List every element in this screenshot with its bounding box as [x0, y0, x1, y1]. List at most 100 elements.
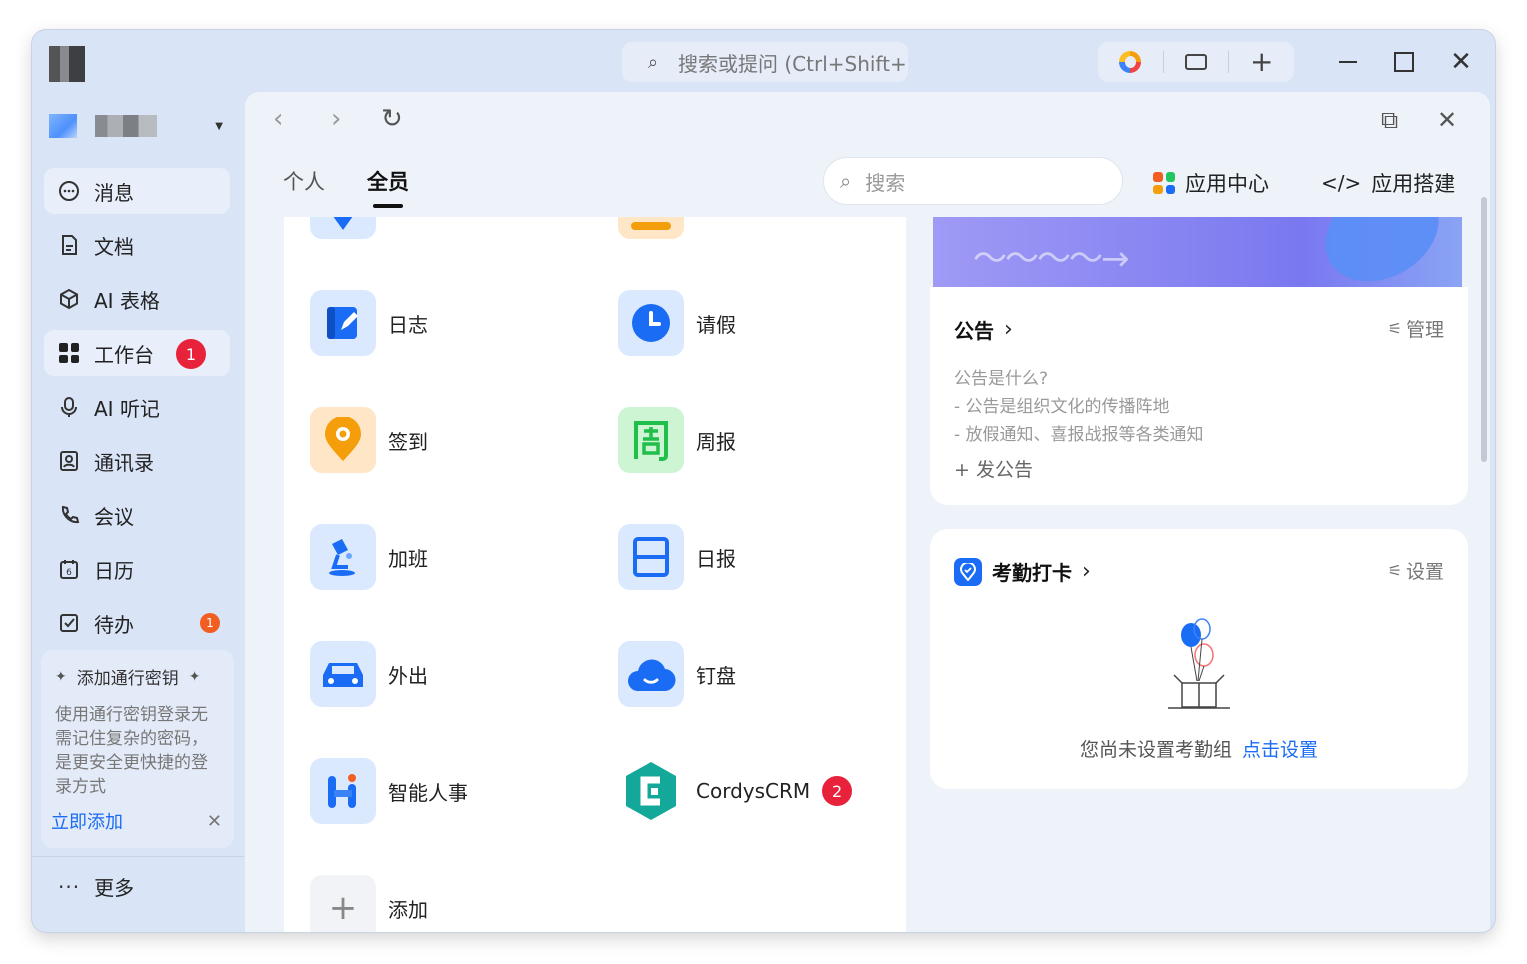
user-avatar[interactable] — [49, 46, 85, 82]
sidebar-item-docs[interactable]: 文档 — [44, 222, 230, 268]
sidebar-more[interactable]: ··· 更多 — [58, 872, 134, 901]
app-builder-button[interactable]: </> 应用搭建 — [1321, 168, 1455, 198]
org-logo — [49, 114, 77, 138]
app-search-input[interactable]: ⌕ 搜索 — [823, 157, 1123, 205]
back-button[interactable]: ‹ — [273, 104, 283, 134]
divider — [32, 856, 244, 857]
grid-icon — [56, 340, 82, 366]
calendar-icon: 6 — [56, 556, 82, 582]
global-search-placeholder: 搜索或提问 (Ctrl+Shift+ — [678, 51, 907, 76]
announcement-title-text: 公告 — [954, 319, 994, 343]
daily-report-icon — [618, 524, 684, 590]
sidebar-item-ai-table[interactable]: AI 表格 — [44, 276, 230, 322]
sidebar-item-meetings[interactable]: 会议 — [44, 492, 230, 538]
sidebar-item-contacts[interactable]: 通讯录 — [44, 438, 230, 484]
help-line: 公告是什么? — [954, 369, 1049, 389]
tab-all-staff[interactable]: 全员 — [367, 166, 409, 206]
screen-cast-icon — [1185, 54, 1207, 70]
sidebar-item-todo[interactable]: 待办 1 — [44, 600, 230, 646]
minimize-button[interactable] — [1328, 44, 1368, 80]
phone-icon — [56, 502, 82, 528]
chevron-right-icon: › — [1004, 317, 1013, 342]
post-announcement-label: 发公告 — [975, 459, 1033, 481]
close-panel-button[interactable]: ✕ — [1437, 106, 1457, 134]
checkbox-icon — [56, 610, 82, 636]
app-tile-partial[interactable] — [310, 217, 376, 239]
caret-down-icon: ▼ — [215, 120, 223, 132]
notification-badge: 2 — [822, 776, 853, 806]
close-window-button[interactable]: ✕ — [1441, 44, 1481, 80]
app-tile-daily-report[interactable]: 日报 — [618, 524, 736, 590]
sliders-icon: ⚟ — [1387, 319, 1402, 338]
plus-icon: + — [1249, 45, 1274, 78]
sidebar-item-label: 工作台 — [94, 342, 154, 367]
manage-label: 管理 — [1405, 319, 1444, 341]
sparkle-icon: ✦ — [55, 668, 67, 685]
crm-icon — [618, 758, 684, 824]
app-label: 智能人事 — [388, 780, 468, 805]
more-dots-icon: ··· — [58, 874, 81, 899]
settings-button[interactable]: ⚟ 设置 — [1388, 557, 1444, 584]
scrollbar[interactable] — [1481, 197, 1487, 462]
announcement-card: 公告 › ⚟ 管理 公告是什么? - 公告是组织文化的传播阵地 - 放假通知、喜… — [930, 287, 1468, 505]
microphone-icon — [56, 394, 82, 420]
sidebar-item-messages[interactable]: 消息 — [44, 168, 230, 214]
promo-banner[interactable]: ～～～～→ — [933, 217, 1462, 287]
app-tile-smart-hr[interactable]: 智能人事 — [310, 758, 468, 824]
app-label: 钉盘 — [696, 663, 736, 688]
sidebar-item-ai-notes[interactable]: AI 听记 — [44, 384, 230, 430]
app-tile-cordys-crm[interactable]: CordysCRM 2 — [618, 758, 853, 824]
app-tile-weekly-report[interactable]: 周报 — [618, 407, 736, 473]
help-line: - 公告是组织文化的传播阵地 — [954, 397, 1170, 417]
org-switcher[interactable]: ▼ — [49, 112, 229, 140]
app-tile-cloud-drive[interactable]: 钉盘 — [618, 641, 736, 707]
app-label: 日志 — [388, 312, 428, 337]
sidebar-item-calendar[interactable]: 6 日历 — [44, 546, 230, 592]
sidebar-item-label: AI 表格 — [94, 288, 160, 313]
app-tile-checkin[interactable]: 签到 — [310, 407, 428, 473]
sidebar-item-label: 待办 — [94, 612, 134, 637]
car-icon — [310, 641, 376, 707]
close-icon[interactable]: ✕ — [207, 811, 222, 832]
app-tile-partial[interactable] — [618, 217, 684, 239]
panel-toolbar: ‹ › ↻ ⧉ ✕ — [245, 92, 1490, 152]
app-label: CordysCRM — [696, 779, 811, 803]
open-in-window-button[interactable]: ⧉ — [1381, 106, 1398, 134]
post-announcement-button[interactable]: + 发公告 — [954, 455, 1033, 482]
sidebar-item-label: AI 听记 — [94, 396, 160, 421]
maximize-button[interactable] — [1384, 44, 1424, 80]
code-icon: </> — [1321, 171, 1362, 195]
sidebar-item-label: 消息 — [94, 180, 134, 205]
app-window: ⌕ 搜索或提问 (Ctrl+Shift+ + ✕ ▼ 消息 文档 AI 表格 工… — [32, 30, 1495, 932]
clock-icon — [618, 290, 684, 356]
app-center-button[interactable]: 应用中心 — [1153, 168, 1269, 198]
tab-personal[interactable]: 个人 — [283, 166, 325, 206]
ai-assistant-button[interactable] — [1098, 42, 1163, 82]
add-passkey-link[interactable]: 立即添加 — [51, 808, 123, 834]
refresh-button[interactable]: ↻ — [381, 104, 403, 134]
app-tile-outing[interactable]: 外出 — [310, 641, 428, 707]
app-tile-journal[interactable]: 日志 — [310, 290, 428, 356]
app-tile-add[interactable]: + 添加 — [310, 875, 428, 932]
weekly-report-icon — [618, 407, 684, 473]
new-button[interactable]: + — [1229, 42, 1294, 82]
passkey-description: 使用通行密钥登录无需记住复杂的密码，是更安全更快捷的登录方式 — [55, 705, 208, 797]
sidebar-nav: 消息 文档 AI 表格 工作台 1 AI 听记 通讯录 会议 6 日历 待办 1 — [44, 168, 230, 654]
app-tile-leave[interactable]: 请假 — [618, 290, 736, 356]
sidebar-item-label: 会议 — [94, 504, 134, 529]
manage-button[interactable]: ⚟ 管理 — [1388, 315, 1444, 342]
notification-badge: 1 — [200, 613, 220, 633]
forward-button[interactable]: › — [331, 104, 341, 134]
announcement-title[interactable]: 公告 › — [954, 315, 1013, 344]
global-search-input[interactable]: ⌕ 搜索或提问 (Ctrl+Shift+ — [622, 42, 908, 82]
attendance-location-icon — [954, 557, 982, 586]
settings-label: 设置 — [1405, 561, 1444, 583]
app-tile-overtime[interactable]: 加班 — [310, 524, 428, 590]
setup-attendance-link[interactable]: 点击设置 — [1242, 739, 1318, 761]
attendance-title[interactable]: 考勤打卡 › — [954, 557, 1091, 586]
wave-decoration: ～～～～→ — [973, 239, 1129, 279]
screen-cast-button[interactable] — [1164, 42, 1229, 82]
cloud-icon — [618, 641, 684, 707]
ai-search-icon: ⌕ — [648, 51, 659, 73]
sidebar-item-workbench[interactable]: 工作台 1 — [44, 330, 230, 376]
